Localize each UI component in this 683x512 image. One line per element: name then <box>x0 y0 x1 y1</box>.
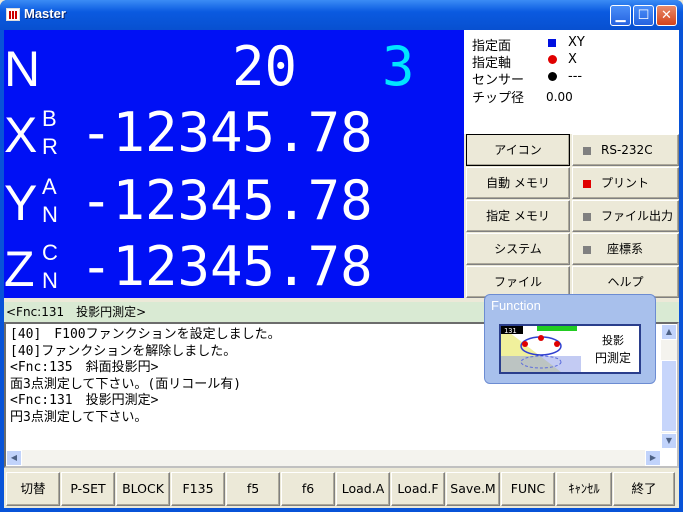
blue-square-icon <box>548 38 556 47</box>
fkey-func[interactable]: FUNC <box>501 472 555 506</box>
black-dot-icon <box>548 72 557 81</box>
sensor-value: --- <box>548 69 582 84</box>
y-axis-label: Y <box>4 175 38 231</box>
minimize-button[interactable]: ▁ <box>610 5 631 26</box>
fkey-load-a[interactable]: Load.A <box>336 472 390 506</box>
z-value: -12345.78 <box>80 235 373 298</box>
fkey-f5[interactable]: f5 <box>226 472 280 506</box>
z-axis-sup: C <box>42 240 58 265</box>
coordinate-led-icon <box>583 245 591 254</box>
x-axis-label: X <box>4 107 38 163</box>
function-line2: 円測定 <box>595 350 631 365</box>
window-title: Master <box>24 6 66 21</box>
scroll-up-button[interactable]: ▲ <box>661 324 677 340</box>
rs232c-toggle[interactable]: RS-232C <box>572 134 679 166</box>
chevron-up-icon: ▲ <box>665 327 673 336</box>
chevron-down-icon: ▼ <box>665 436 673 445</box>
fkey-switch[interactable]: 切替 <box>6 472 60 506</box>
maximize-icon: ☐ <box>637 8 650 23</box>
x-axis-sub: R <box>42 134 58 159</box>
app-icon <box>6 8 20 21</box>
coordinate-display: N 20 3 X B R -12345.78 Y A N -12345.78 Z… <box>4 30 464 298</box>
y-value: -12345.78 <box>80 169 373 232</box>
red-dot-icon <box>548 55 557 64</box>
scroll-down-button[interactable]: ▼ <box>661 433 677 449</box>
horizontal-scrollbar[interactable]: ◀ ▶ <box>6 450 661 466</box>
function-line1: 投影 <box>602 333 624 347</box>
main-window: Master ▁ ☐ ✕ N 20 3 X B R -12345.78 Y A … <box>0 0 683 512</box>
x-value: -12345.78 <box>80 101 373 164</box>
file-output-led-icon <box>583 212 591 221</box>
y-axis-sup: A <box>42 174 57 199</box>
log-text: [40] F100ファンクションを設定しました。 [40]ファンクションを解除しま… <box>10 327 281 426</box>
scroll-right-button[interactable]: ▶ <box>645 450 661 466</box>
axis-value: X <box>548 52 577 67</box>
log-line: 面3点測定して下さい。(面リコール有) <box>10 376 242 392</box>
info-panel: 指定面 XY 指定軸 X センサー --- チップ径 0.00 <box>464 30 679 134</box>
designated-memory-button[interactable]: 指定 メモリ <box>466 200 570 232</box>
vertical-scrollbar[interactable]: ▲ ▼ <box>661 324 677 449</box>
log-line: <Fnc:135 斜面投影円> <box>10 360 159 375</box>
fkey-block[interactable]: BLOCK <box>116 472 170 506</box>
maximize-button[interactable]: ☐ <box>633 5 654 26</box>
close-button[interactable]: ✕ <box>656 5 677 26</box>
function-image[interactable]: 131 投影 円測定 <box>499 324 641 374</box>
fkey-cancel[interactable]: ｷｬﾝｾﾙ <box>556 472 612 506</box>
fkey-pset[interactable]: P-SET <box>61 472 115 506</box>
rs232c-led-icon <box>583 146 591 155</box>
chevron-left-icon: ◀ <box>10 453 18 462</box>
system-button[interactable]: システム <box>466 233 570 265</box>
print-auto-toggle[interactable]: プリント Auto <box>572 167 679 220</box>
client-area: N 20 3 X B R -12345.78 Y A N -12345.78 Z… <box>4 30 679 508</box>
function-key-bar: 切替 P-SET BLOCK F135 f5 f6 Load.A Load.F … <box>4 470 679 508</box>
plane-value: XY <box>548 35 585 50</box>
y-axis-sub: N <box>42 202 58 227</box>
z-axis-sub: N <box>42 268 58 293</box>
function-panel-title: Function <box>491 298 541 313</box>
sensor-label: センサー <box>472 73 525 88</box>
n-index: 3 <box>382 35 415 98</box>
log-line: [40]ファンクションを解除しました。 <box>10 343 237 359</box>
coordinate-system-toggle[interactable]: 座標系 <box>572 233 679 265</box>
scroll-left-button[interactable]: ◀ <box>6 450 22 466</box>
close-icon: ✕ <box>661 8 672 23</box>
projected-circle-icon: 131 投影 円測定 <box>501 326 631 372</box>
chevron-right-icon: ▶ <box>649 453 657 462</box>
tip-diameter-label: チップ径 <box>472 91 525 106</box>
auto-memory-button[interactable]: 自動 メモリ <box>466 167 570 199</box>
log-line: <Fnc:131 投影円測定> <box>10 393 159 408</box>
icon-button[interactable]: アイコン <box>466 134 570 166</box>
print-led-icon <box>583 179 591 188</box>
file-output-toggle[interactable]: ファイル出力 <box>572 200 679 232</box>
log-line: 円3点測定して下さい。 <box>10 409 148 425</box>
fkey-save-m[interactable]: Save.M <box>446 472 500 506</box>
z-axis-label: Z <box>4 241 35 297</box>
minimize-icon: ▁ <box>615 8 626 23</box>
n-label: N <box>4 41 41 97</box>
scroll-thumb[interactable] <box>661 360 677 432</box>
function-number: 131 <box>504 327 517 335</box>
fkey-f135[interactable]: F135 <box>171 472 225 506</box>
x-axis-sup: B <box>42 106 57 131</box>
tip-diameter-value: 0.00 <box>546 90 573 104</box>
title-bar[interactable]: Master ▁ ☐ ✕ <box>0 0 683 30</box>
n-value: 20 <box>232 35 298 98</box>
fkey-exit[interactable]: 終了 <box>613 472 675 506</box>
log-line: [40] F100ファンクションを設定しました。 <box>10 327 281 342</box>
fkey-f6[interactable]: f6 <box>281 472 335 506</box>
fkey-load-f[interactable]: Load.F <box>391 472 445 506</box>
function-panel[interactable]: Function 131 投影 円測定 <box>484 294 656 384</box>
